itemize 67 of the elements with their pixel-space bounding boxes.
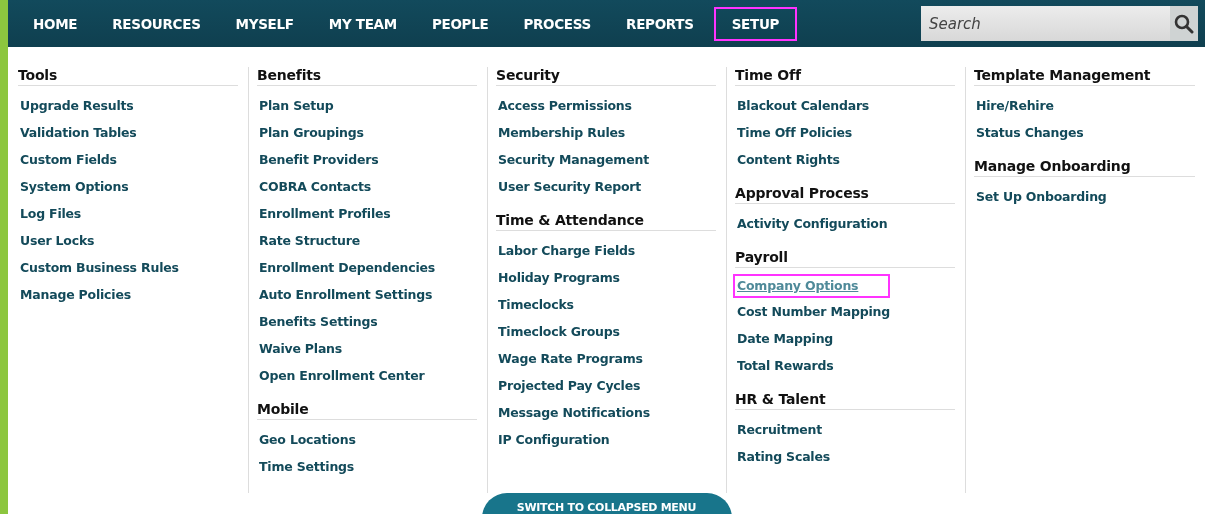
menu-link[interactable]: Hire/Rehire bbox=[972, 92, 1058, 119]
nav-tab[interactable]: RESOURCES bbox=[97, 6, 216, 41]
nav-tab[interactable]: REPORTS bbox=[611, 6, 709, 41]
menu-link[interactable]: Cost Number Mapping bbox=[733, 298, 894, 325]
menu-link[interactable]: Benefit Providers bbox=[255, 146, 383, 173]
menu-link[interactable]: Status Changes bbox=[972, 119, 1088, 146]
menu-link[interactable]: Message Notifications bbox=[494, 399, 654, 426]
menu-link[interactable]: Plan Groupings bbox=[255, 119, 368, 146]
menu-link[interactable]: System Options bbox=[16, 173, 133, 200]
menu-link[interactable]: Auto Enrollment Settings bbox=[255, 281, 437, 308]
menu-link[interactable]: Rating Scales bbox=[733, 443, 834, 470]
menu-link[interactable]: COBRA Contacts bbox=[255, 173, 376, 200]
section-heading: Approval Process bbox=[735, 185, 955, 204]
section-heading: Security bbox=[496, 67, 716, 86]
menu-link[interactable]: Content Rights bbox=[733, 146, 844, 173]
menu-link[interactable]: Timeclock Groups bbox=[494, 318, 624, 345]
nav-tab[interactable]: MYSELF bbox=[220, 6, 309, 41]
section-heading: Payroll bbox=[735, 249, 955, 268]
menu-link[interactable]: Holiday Programs bbox=[494, 264, 624, 291]
menu-link[interactable]: Access Permissions bbox=[494, 92, 636, 119]
menu-link[interactable]: User Security Report bbox=[494, 173, 646, 200]
section-heading: Template Management bbox=[974, 67, 1195, 86]
menu-link[interactable]: IP Configuration bbox=[494, 426, 614, 453]
menu-link[interactable]: Time Off Policies bbox=[733, 119, 857, 146]
menu-link[interactable]: Time Settings bbox=[255, 453, 359, 480]
menu-link[interactable]: User Locks bbox=[16, 227, 99, 254]
menu-link[interactable]: Plan Setup bbox=[255, 92, 338, 119]
menu-link[interactable]: Activity Configuration bbox=[733, 210, 892, 237]
section-heading: Time & Attendance bbox=[496, 212, 716, 231]
menu-link[interactable]: Rate Structure bbox=[255, 227, 365, 254]
section-heading: Time Off bbox=[735, 67, 955, 86]
menu-link[interactable]: Enrollment Dependencies bbox=[255, 254, 439, 281]
menu-link[interactable]: Total Rewards bbox=[733, 352, 838, 379]
menu-link[interactable]: Projected Pay Cycles bbox=[494, 372, 645, 399]
menu-link[interactable]: Custom Fields bbox=[16, 146, 121, 173]
nav-tab[interactable]: MY TEAM bbox=[313, 6, 412, 41]
menu-link[interactable]: Timeclocks bbox=[494, 291, 578, 318]
menu-link[interactable]: Company Options bbox=[733, 274, 891, 298]
menu-link[interactable]: Membership Rules bbox=[494, 119, 629, 146]
menu-link[interactable]: Validation Tables bbox=[16, 119, 141, 146]
menu-link[interactable]: Set Up Onboarding bbox=[972, 183, 1111, 210]
menu-link[interactable]: Manage Policies bbox=[16, 281, 135, 308]
menu-link[interactable]: Date Mapping bbox=[733, 325, 838, 352]
search-field[interactable]: Search bbox=[921, 6, 1170, 41]
menu-link[interactable]: Recruitment bbox=[733, 416, 826, 443]
section-heading: HR & Talent bbox=[735, 391, 955, 410]
section-heading: Mobile bbox=[257, 401, 477, 420]
menu-link[interactable]: Open Enrollment Center bbox=[255, 362, 429, 389]
section-heading: Benefits bbox=[257, 67, 477, 86]
menu-link[interactable]: Enrollment Profiles bbox=[255, 200, 395, 227]
menu-link[interactable]: Geo Locations bbox=[255, 426, 360, 453]
menu-link[interactable]: Benefits Settings bbox=[255, 308, 382, 335]
menu-link[interactable]: Security Management bbox=[494, 146, 653, 173]
menu-link[interactable]: Labor Charge Fields bbox=[494, 237, 640, 264]
nav-tab[interactable]: PROCESS bbox=[508, 6, 607, 41]
menu-link[interactable]: Custom Business Rules bbox=[16, 254, 183, 281]
menu-link[interactable]: Upgrade Results bbox=[16, 92, 138, 119]
nav-tab[interactable]: PEOPLE bbox=[416, 6, 504, 41]
search-icon[interactable] bbox=[1170, 6, 1198, 41]
menu-link[interactable]: Wage Rate Programs bbox=[494, 345, 647, 372]
menu-link[interactable]: Waive Plans bbox=[255, 335, 347, 362]
section-heading: Tools bbox=[18, 67, 238, 86]
menu-link[interactable]: Blackout Calendars bbox=[733, 92, 874, 119]
collapse-menu-button[interactable]: SWITCH TO COLLAPSED MENU bbox=[481, 493, 732, 514]
nav-tab[interactable]: HOME bbox=[18, 6, 93, 41]
menu-link[interactable]: Log Files bbox=[16, 200, 86, 227]
section-heading: Manage Onboarding bbox=[974, 158, 1195, 177]
